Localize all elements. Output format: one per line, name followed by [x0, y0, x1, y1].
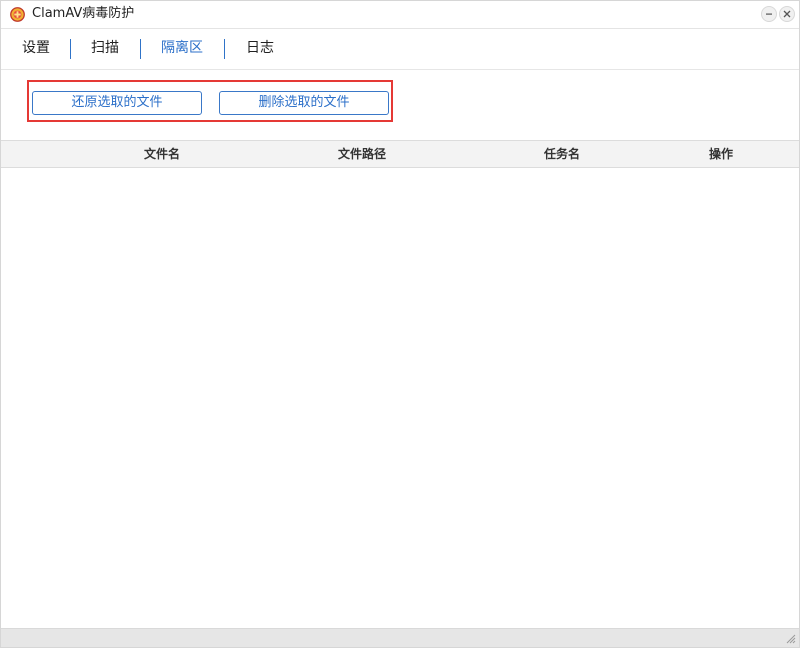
quarantine-toolbar: 还原选取的文件 删除选取的文件: [1, 70, 799, 140]
restore-selected-button[interactable]: 还原选取的文件: [32, 91, 202, 115]
column-header-taskname[interactable]: 任务名: [544, 147, 580, 161]
column-header-filepath[interactable]: 文件路径: [338, 147, 386, 161]
tab-separator: [140, 39, 141, 59]
tab-settings[interactable]: 设置: [22, 39, 50, 57]
delete-selected-button[interactable]: 删除选取的文件: [219, 91, 389, 115]
shield-logo-icon: [10, 7, 25, 22]
tab-quarantine[interactable]: 隔离区: [161, 39, 203, 57]
close-button[interactable]: [779, 6, 795, 22]
column-header-action[interactable]: 操作: [709, 147, 733, 161]
close-icon: [783, 10, 791, 18]
tab-bar: 设置 扫描 隔离区 日志: [1, 29, 799, 70]
tab-separator: [224, 39, 225, 59]
tab-log[interactable]: 日志: [246, 39, 274, 57]
tab-scan[interactable]: 扫描: [91, 39, 119, 57]
app-window: ClamAV病毒防护 设置 扫描 隔离区 日志 还原选取的文件 删除选取的文件 …: [0, 0, 800, 648]
quarantine-table-body[interactable]: [1, 168, 799, 628]
minimize-icon: [766, 13, 772, 15]
window-title: ClamAV病毒防护: [32, 6, 135, 21]
status-bar: [1, 628, 799, 647]
tab-separator: [70, 39, 71, 59]
column-header-filename[interactable]: 文件名: [144, 147, 180, 161]
resize-grip-icon[interactable]: [786, 634, 796, 644]
minimize-button[interactable]: [761, 6, 777, 22]
table-header: 文件名 文件路径 任务名 操作: [1, 140, 799, 168]
title-bar[interactable]: ClamAV病毒防护: [1, 1, 799, 29]
